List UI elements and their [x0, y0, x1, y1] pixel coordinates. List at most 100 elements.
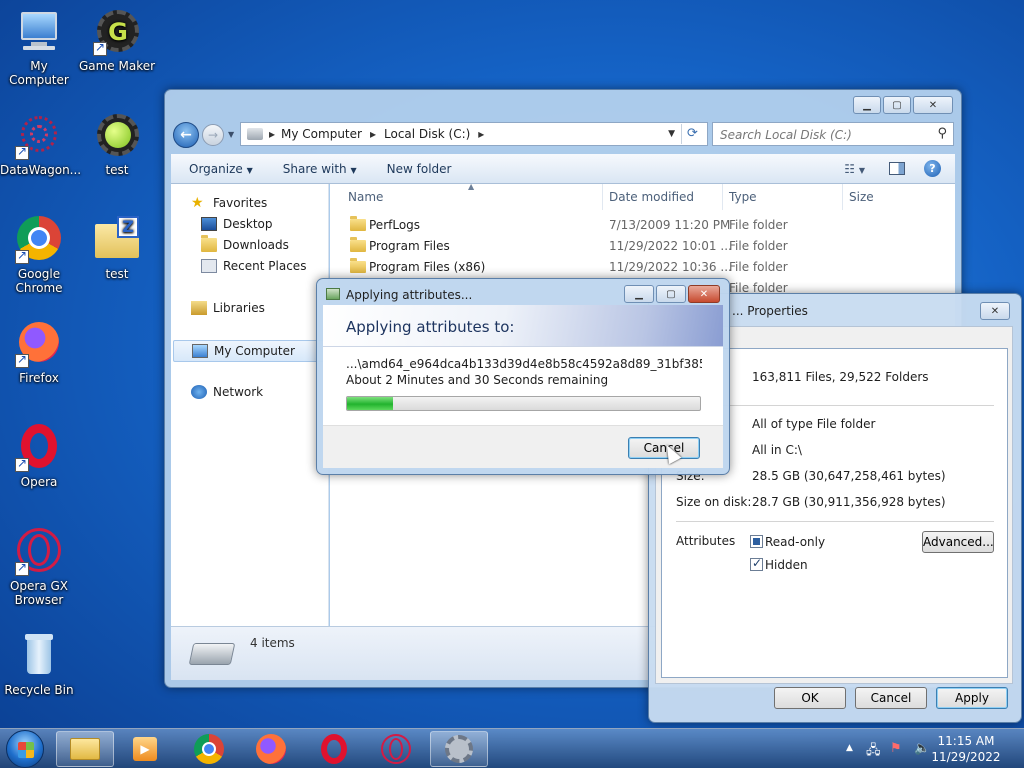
green-ball-icon [93, 112, 141, 160]
time-remaining: About 2 Minutes and 30 Seconds remaining [346, 373, 609, 387]
file-type: File folder [729, 260, 788, 274]
taskbar-opera-gx[interactable] [367, 731, 425, 767]
address-bar[interactable]: ▸ My Computer ▸ Local Disk (C:) ▸ ▼ ⟳ [240, 122, 708, 146]
read-only-checkbox[interactable] [750, 535, 763, 548]
desktop-icon-label: Opera [20, 475, 58, 489]
datawagon-icon [15, 112, 63, 160]
column-header-size[interactable]: Size [843, 184, 923, 210]
forward-button[interactable]: → [202, 124, 224, 146]
progress-dialog-title: Applying attributes... [346, 288, 473, 302]
search-icon: ⚲ [937, 126, 947, 141]
shortcut-arrow-icon [15, 144, 29, 160]
chevron-down-icon: ▼ [350, 165, 357, 175]
media-player-icon: ▶ [133, 737, 157, 761]
desktop-icon-firefox[interactable]: Firefox [0, 320, 78, 385]
shortcut-arrow-icon [93, 40, 107, 56]
refresh-icon[interactable]: ⟳ [681, 124, 703, 144]
taskbar-explorer[interactable] [56, 731, 114, 767]
folder-icon [350, 257, 366, 278]
network-icon [191, 385, 207, 399]
address-dropdown-icon[interactable]: ▼ [668, 129, 675, 139]
desktop-icon-test-zip[interactable]: Z test [78, 216, 156, 281]
nav-recent-places[interactable]: Recent Places [201, 259, 306, 273]
dialog-header-banner: Applying attributes to: [323, 305, 723, 347]
folder-icon [350, 215, 366, 236]
windows-logo-icon [18, 742, 34, 758]
help-icon[interactable]: ? [924, 160, 941, 177]
nav-libraries[interactable]: Libraries [191, 301, 265, 315]
file-row[interactable]: PerfLogs 7/13/2009 11:20 PM File folder [330, 215, 955, 236]
nav-network[interactable]: Network [191, 385, 263, 399]
breadcrumb-chevron-icon: ▸ [269, 127, 276, 141]
dialog-maximize-button[interactable]: ▢ [656, 285, 686, 303]
column-header-type[interactable]: Type [723, 184, 843, 210]
advanced-button[interactable]: Advanced... [922, 531, 994, 553]
desktop-icon-test-ball[interactable]: test [78, 112, 156, 177]
search-placeholder: Search Local Disk (C:) [720, 128, 852, 142]
hidden-checkbox[interactable] [750, 556, 763, 571]
apply-button[interactable]: Apply [936, 687, 1008, 709]
file-date: 11/29/2022 10:36 ... [609, 260, 732, 274]
file-row[interactable]: Program Files (x86) 11/29/2022 10:36 ...… [330, 257, 955, 278]
size-value: 28.5 GB (30,647,258,461 bytes) [752, 469, 946, 483]
dialog-caption-buttons: ▁ ▢ ✕ [624, 285, 720, 303]
nav-downloads[interactable]: Downloads [201, 235, 289, 252]
desktop-icon-label: Game Maker [78, 59, 156, 73]
ok-button[interactable]: OK [774, 687, 846, 709]
desktop-icon-label: Opera GX Browser [9, 579, 69, 607]
minimize-button[interactable]: ▁ [853, 96, 881, 114]
close-button[interactable]: ✕ [913, 96, 953, 114]
shortcut-arrow-icon [15, 560, 29, 576]
desktop-icon-my-computer[interactable]: My Computer [0, 8, 78, 87]
breadcrumb-chevron-icon: ▸ [369, 127, 376, 141]
properties-close-button[interactable]: ✕ [980, 302, 1010, 320]
taskbar-chrome[interactable] [180, 731, 238, 767]
dialog-close-button[interactable]: ✕ [688, 285, 720, 303]
breadcrumb-my-computer[interactable]: My Computer [281, 127, 362, 141]
taskbar-opera[interactable] [305, 731, 363, 767]
column-header-date-modified[interactable]: Date modified [603, 184, 723, 210]
recent-pages-dropdown[interactable]: ▼ [228, 130, 234, 139]
search-input[interactable]: Search Local Disk (C:) ⚲ [712, 122, 954, 146]
organize-button[interactable]: Organize ▼ [189, 162, 253, 176]
downloads-folder-icon [201, 235, 217, 252]
new-folder-button[interactable]: New folder [387, 162, 452, 176]
folder-icon [350, 236, 366, 257]
desktop-icon-datawagon[interactable]: DataWagon... [0, 112, 81, 177]
action-center-icon[interactable]: ⚑ [890, 741, 902, 756]
desktop-icon-opera[interactable]: Opera [0, 424, 78, 489]
preview-pane-icon[interactable] [889, 162, 905, 175]
column-header-name[interactable]: Name [342, 184, 603, 210]
desktop-icon-recycle-bin[interactable]: Recycle Bin [0, 632, 78, 697]
share-with-button[interactable]: Share with ▼ [283, 162, 357, 176]
view-options-icon[interactable]: ☷ ▼ [844, 162, 865, 176]
show-hidden-icons[interactable]: ▲ [846, 743, 853, 753]
file-row[interactable]: Program Files 11/29/2022 10:01 ... File … [330, 236, 955, 257]
nav-my-computer[interactable]: My Computer [173, 340, 328, 362]
size-on-disk-label: Size on disk: [676, 495, 752, 509]
desktop-icon-opera-gx[interactable]: Opera GX Browser [0, 528, 78, 607]
back-button[interactable]: ← [173, 122, 199, 148]
chrome-icon [194, 734, 224, 764]
file-date: 11/29/2022 10:01 ... [609, 239, 732, 253]
desktop-icon-google-chrome[interactable]: Google Chrome [0, 216, 78, 295]
nav-favorites[interactable]: ★ Favorites [191, 196, 267, 210]
start-orb[interactable] [6, 730, 44, 768]
desktop-icon-game-maker[interactable]: G Game Maker [78, 8, 156, 73]
navigation-pane: ★ Favorites Desktop Downloads Recent Pla… [171, 184, 329, 626]
explorer-icon [70, 738, 100, 760]
properties-title: ... Properties [732, 304, 808, 318]
breadcrumb-local-disk[interactable]: Local Disk (C:) [384, 127, 470, 141]
system-clock[interactable]: 11:15 AM 11/29/2022 [926, 733, 1006, 765]
taskbar-game-maker[interactable] [430, 731, 488, 767]
nav-desktop[interactable]: Desktop [201, 217, 273, 231]
maximize-button[interactable]: ▢ [883, 96, 911, 114]
cancel-button[interactable]: Cancel [855, 687, 927, 709]
taskbar-media-player[interactable]: ▶ [116, 731, 174, 767]
network-tray-icon[interactable]: 🖧 [866, 741, 881, 763]
dialog-heading: Applying attributes to: [346, 318, 515, 336]
dialog-minimize-button[interactable]: ▁ [624, 285, 654, 303]
taskbar-firefox[interactable] [242, 731, 300, 767]
dialog-body: ...\amd64_e964dca4b133d39d4e8b58c4592a8d… [323, 347, 723, 425]
desktop-icon [201, 217, 217, 231]
